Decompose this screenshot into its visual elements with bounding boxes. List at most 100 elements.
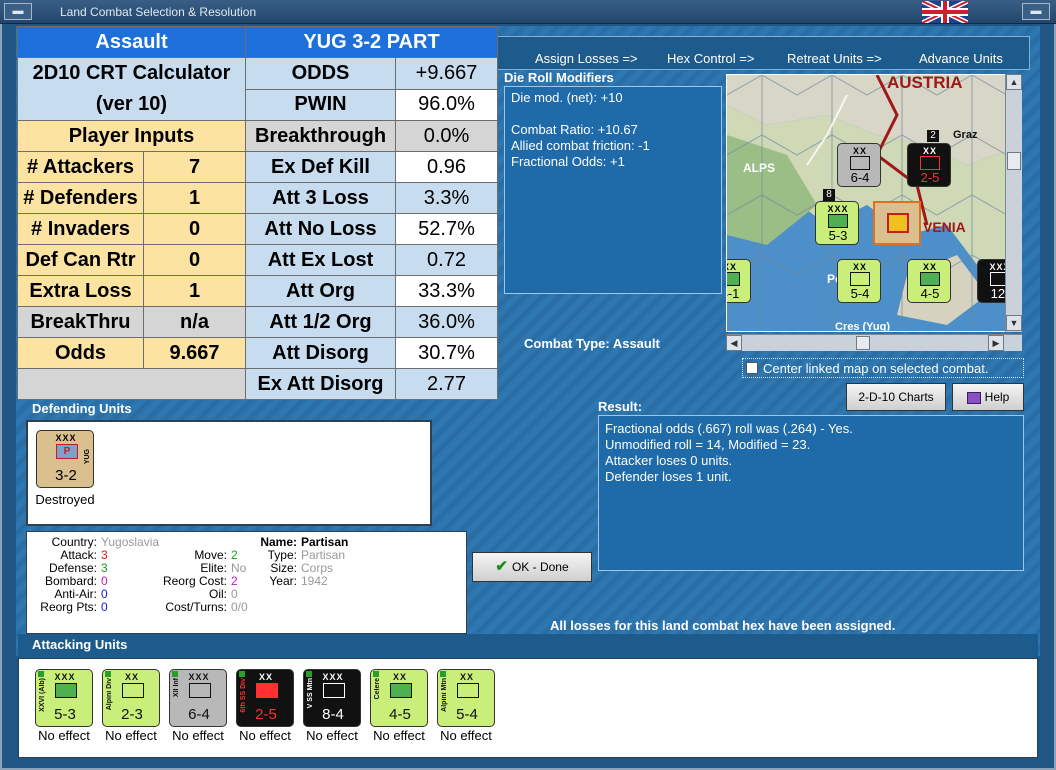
infantry-symbol-icon	[256, 683, 278, 698]
unit-strength: 2-3	[121, 706, 143, 723]
calc-in-value[interactable]: 1	[143, 182, 246, 214]
stat-year: 1942	[301, 574, 328, 588]
infantry-symbol-icon	[828, 214, 848, 228]
ok-label: OK - Done	[511, 560, 569, 574]
result-line: Defender loses 1 unit.	[605, 469, 732, 484]
map-label-graz: Graz	[953, 129, 978, 141]
mountain-symbol-icon	[457, 683, 479, 698]
crt-calculator-table: Assault YUG 3-2 PART 2D10 CRT Calculator…	[17, 26, 499, 400]
unit-name: Celere	[374, 678, 381, 700]
calc-in-value: 9.667	[143, 337, 246, 369]
scroll-thumb[interactable]	[1007, 152, 1021, 170]
attacking-unit-counter[interactable]: XXX XXVI (Alb) 5-3	[35, 669, 93, 727]
map-unit-counter[interactable]: XX 5-4	[837, 259, 881, 303]
combat-type-label: Combat Type: Assault	[524, 336, 660, 351]
unit-status: No effect	[373, 728, 425, 743]
unit-status: No effect	[440, 728, 492, 743]
map-unit-counter[interactable]: XX 6-4	[837, 143, 881, 187]
map-horizontal-scrollbar[interactable]: ◀ ▶	[726, 334, 1022, 351]
tab-advance-units[interactable]: Advance Units	[919, 51, 1003, 66]
unit-name: XII Inf	[173, 678, 180, 698]
attacking-unit-counter[interactable]: XXX V SS Mtn 8-4	[303, 669, 361, 727]
all-losses-message: All losses for this land combat hex have…	[550, 618, 896, 633]
map-unit-counter[interactable]: XXX 5-3	[815, 201, 859, 245]
calc-in-value[interactable]: 0	[143, 244, 246, 276]
attacking-unit-counter[interactable]: XXX XII Inf 6-4	[169, 669, 227, 727]
attacking-unit-counter[interactable]: XX Alpini Mtn 5-4	[437, 669, 495, 727]
calc-blank-cell	[17, 368, 246, 400]
charts-button[interactable]: 2-D-10 Charts	[846, 383, 946, 411]
calc-out-label: Att No Loss	[245, 213, 396, 245]
unit-strength: 4-5	[920, 286, 940, 301]
calc-in-value: n/a	[143, 306, 246, 338]
calc-title-line1: 2D10 CRT Calculator	[32, 62, 231, 84]
calc-out-label: Att 3 Loss	[245, 182, 396, 214]
defending-unit-counter[interactable]: XXX P YUG 3-2	[36, 430, 94, 488]
stat-reorg-pts: 0	[101, 600, 108, 614]
calc-out-value: 52.7%	[394, 213, 499, 245]
map-unit-counter[interactable]: XX 2-5	[907, 143, 951, 187]
tab-hex-control[interactable]: Hex Control =>	[667, 51, 754, 66]
calc-out-label: Att Ex Lost	[245, 244, 396, 276]
scroll-down-icon[interactable]: ▼	[1006, 315, 1022, 331]
map-vertical-scrollbar[interactable]: ▲ ▼	[1005, 74, 1022, 332]
linked-map[interactable]: AUSTRIA ALPS Graz VENIA Cres (Yug) Po XX…	[726, 74, 1022, 332]
calc-out-label: Att Disorg	[245, 337, 396, 369]
calc-title-line2: (ver 10)	[95, 93, 168, 115]
unit-status: No effect	[38, 728, 90, 743]
target-hex-marker[interactable]	[873, 201, 921, 245]
unit-size: XX	[922, 262, 937, 272]
close-button[interactable]: ▬	[1022, 3, 1050, 20]
unit-status: No effect	[306, 728, 358, 743]
calc-out-value: 33.3%	[394, 275, 499, 307]
unit-strength: 4-1	[727, 286, 740, 301]
unit-status: No effect	[105, 728, 157, 743]
scroll-thumb[interactable]	[856, 336, 870, 350]
calc-in-label: Extra Loss	[17, 275, 144, 307]
map-unit-counter[interactable]: XX 4-1	[727, 259, 751, 303]
unit-strength: 5-3	[828, 228, 848, 243]
scroll-up-icon[interactable]: ▲	[1006, 74, 1022, 90]
result-line: Attacker loses 0 units.	[605, 453, 733, 468]
calc-out-value: 0.72	[394, 244, 499, 276]
attacking-unit-counter[interactable]: XX 6th SS Div 2-5	[236, 669, 294, 727]
infantry-symbol-icon	[920, 156, 940, 170]
calc-header-target: YUG 3-2 PART	[244, 26, 499, 58]
calc-out-value: 0.0%	[394, 120, 499, 152]
unit-size: XXX	[55, 433, 77, 443]
calc-in-value[interactable]: 0	[143, 213, 246, 245]
unit-strength: 2-5	[920, 170, 940, 185]
attacking-unit-counter[interactable]: XX Alpini Div 2-3	[102, 669, 160, 727]
unit-nationality: YUG	[84, 449, 91, 465]
ok-done-button[interactable]: ✔ OK - Done	[472, 552, 592, 582]
uk-flag-icon[interactable]	[922, 1, 968, 23]
calc-out-label: Att Org	[245, 275, 396, 307]
center-map-label[interactable]: Center linked map on selected combat.	[742, 358, 1024, 378]
tab-assign-losses[interactable]: Assign Losses =>	[535, 51, 638, 66]
minimize-button[interactable]: ▬	[4, 3, 32, 20]
calc-in-value[interactable]: 7	[143, 151, 246, 183]
defending-units-panel: XXX P YUG 3-2 Destroyed	[26, 420, 432, 526]
scroll-right-icon[interactable]: ▶	[988, 335, 1004, 351]
result-line: Unmodified roll = 14, Modified = 23.	[605, 437, 811, 452]
unit-strength: 5-4	[456, 706, 478, 723]
attacking-unit-counter[interactable]: XX Celere 4-5	[370, 669, 428, 727]
partisan-symbol-icon: P	[56, 444, 78, 459]
help-button[interactable]: Help	[952, 383, 1024, 411]
stat-cost-turns: 0/0	[231, 600, 248, 614]
calc-in-label: # Invaders	[17, 213, 144, 245]
cavalry-symbol-icon	[920, 272, 940, 286]
infantry-symbol-icon	[189, 683, 211, 698]
unit-strength: 5-3	[54, 706, 76, 723]
checkmark-icon: ✔	[495, 558, 508, 575]
calc-out-value: 2.77	[394, 368, 499, 400]
tab-retreat-units[interactable]: Retreat Units =>	[787, 51, 882, 66]
calc-in-label: # Attackers	[17, 151, 144, 183]
calc-in-value[interactable]: 1	[143, 275, 246, 307]
map-unit-counter[interactable]: XX 4-5	[907, 259, 951, 303]
infantry-symbol-icon	[727, 272, 740, 286]
calc-out-value: 30.7%	[394, 337, 499, 369]
calc-out-label: Ex Def Kill	[245, 151, 396, 183]
die-roll-title: Die Roll Modifiers	[504, 70, 614, 85]
scroll-left-icon[interactable]: ◀	[726, 335, 742, 351]
